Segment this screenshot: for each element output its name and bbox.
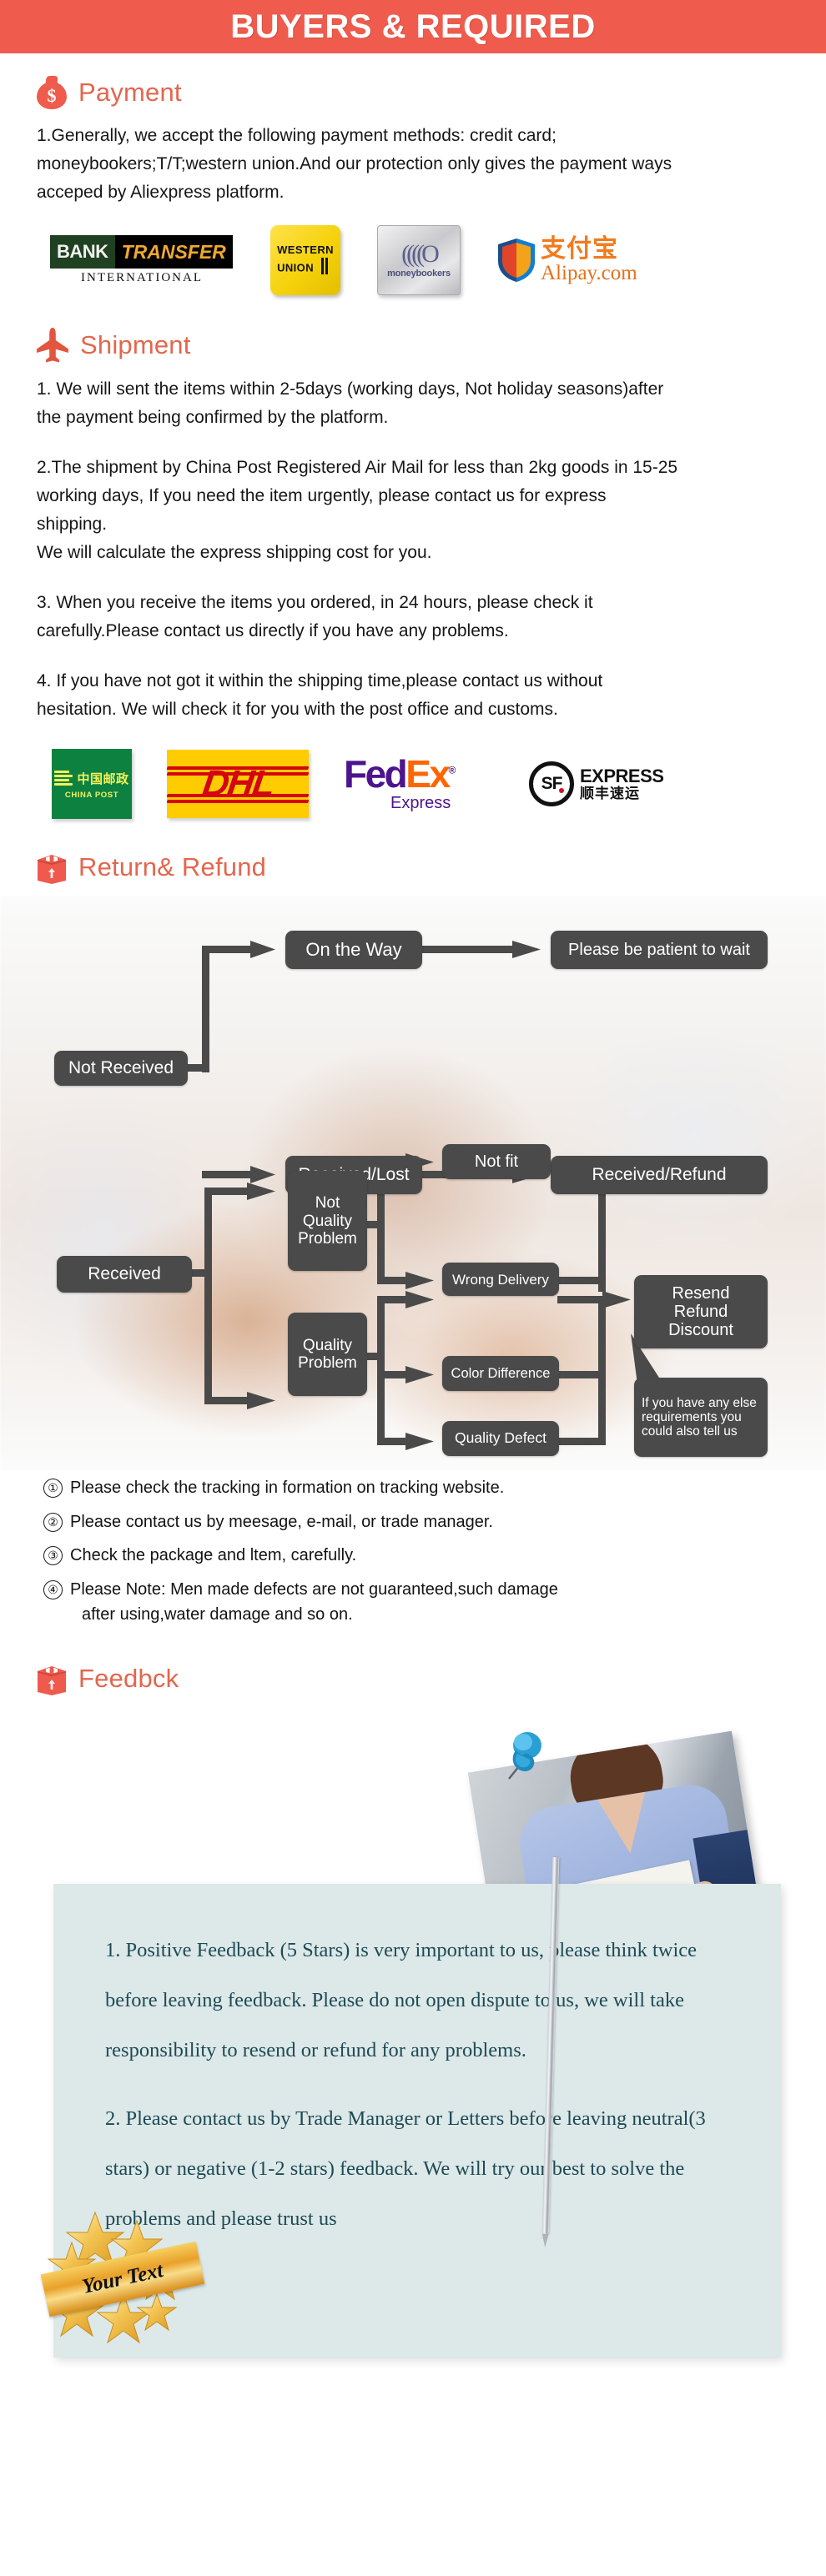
flow-box-not-received: Not Received [54, 1051, 188, 1087]
sf-mark-icon: SF [529, 761, 574, 807]
fedex-fed-text: Fed [344, 752, 408, 796]
sf-express-logo: SF EXPRESS 顺丰速运 [529, 761, 664, 807]
list-marker: ④ [43, 1579, 63, 1599]
return-refund-heading: Return& Refund [78, 852, 267, 882]
flow-box-resend-refund-discount: Resend Refund Discount [634, 1275, 768, 1349]
list-item: ③ Check the package and ltem, carefully. [43, 1544, 761, 1569]
bank-transfer-transfer-text: TRANSFER [114, 235, 233, 269]
china-post-logo: 中国邮政 CHINA POST [52, 749, 132, 820]
moneybookers-logo: ((((O moneybookers [377, 225, 461, 296]
list-item-text-wrap: Please Note: Men made defects are not gu… [70, 1578, 761, 1627]
return-refund-section-header: Return& Refund [35, 851, 826, 885]
western-union-logo: WESTERN UNION [270, 225, 340, 296]
flow-box-not-quality-problem: Not Quality Problem [288, 1171, 367, 1272]
list-item-text-line2: after using,water damage and so on. [82, 1604, 353, 1624]
flow-box-not-fit: Not fit [442, 1144, 551, 1180]
moneybookers-text: moneybookers [387, 269, 451, 279]
flow-box-please-wait: Please be patient to wait [551, 931, 768, 970]
dhl-text: DHL [199, 763, 276, 805]
page-content: $ Payment 1.Generally, we accept the fol… [0, 75, 826, 2424]
list-marker: ③ [43, 1546, 63, 1566]
sf-express-text: EXPRESS [580, 765, 664, 786]
flow-box-received-refund: Received/Refund [551, 1156, 768, 1195]
payment-paragraph: 1.Generally, we accept the following pay… [37, 126, 672, 203]
china-post-chinese-text: 中国邮政 [77, 771, 129, 787]
airplane-icon [37, 328, 68, 363]
payment-logo-row: BANK TRANSFER INTERNATIONAL WESTERN UNIO… [50, 222, 826, 299]
feedback-box-icon [38, 1666, 66, 1696]
dhl-logo: DHL [167, 750, 309, 819]
return-refund-flowchart: Not Received On the Way Please be patien… [0, 896, 826, 1472]
shipment-paragraph-1: 1. We will sent the items within 2-5days… [37, 379, 664, 428]
return-box-icon [38, 855, 66, 885]
list-marker: ① [43, 1479, 63, 1499]
fedex-ex-text: Ex [405, 752, 451, 796]
money-bag-icon: $ [35, 75, 68, 110]
feedback-section-header: Feedbck [35, 1662, 826, 1696]
fedex-registered-icon: ® [448, 764, 456, 776]
payment-heading: Payment [78, 78, 182, 107]
alipay-domain-text: Alipay.com [541, 262, 637, 285]
shipment-heading: Shipment [80, 330, 191, 360]
your-text-badge: Your Text [40, 2207, 205, 2349]
shipment-paragraph-3: 3. When you receive the items you ordere… [37, 593, 593, 641]
flow-box-quality-problem: Quality Problem [288, 1313, 367, 1397]
flow-box-received: Received [57, 1256, 192, 1293]
bank-transfer-logo: BANK TRANSFER INTERNATIONAL [50, 235, 234, 285]
china-post-english-text: CHINA POST [64, 790, 119, 800]
flow-box-color-difference: Color Difference [442, 1356, 559, 1392]
list-item: ④ Please Note: Men made defects are not … [43, 1578, 761, 1627]
list-marker: ② [43, 1512, 63, 1532]
flow-box-on-the-way: On the Way [285, 931, 422, 970]
china-post-mark-icon [54, 769, 73, 789]
shipment-paragraph-4: 4. If you have not got it within the shi… [37, 671, 603, 720]
list-item-text: Please contact us by meesage, e-mail, or… [70, 1512, 493, 1531]
sf-chinese-text: 顺丰速运 [580, 786, 640, 803]
flow-box-else-requirements: If you have any else requirements you co… [634, 1378, 768, 1458]
list-item: ① Please check the tracking in formation… [43, 1476, 761, 1501]
fedex-logo: FedEx® Express [344, 755, 494, 813]
feedback-zone: Feedback 1. Positive Feedback (5 Stars) … [0, 1707, 826, 2424]
shipment-section-header: Shipment [35, 327, 826, 364]
push-pin-icon [508, 1732, 541, 1780]
page-title: BUYERS & REQUIRED [230, 8, 596, 45]
western-union-bars-icon [320, 257, 328, 279]
feedback-heading: Feedbck [78, 1664, 179, 1694]
moneybookers-swoosh-icon: ((((O [401, 240, 440, 269]
badge-text: Your Text [79, 2259, 165, 2299]
alipay-shield-icon [498, 239, 535, 283]
list-item-text: Check the package and ltem, carefully. [70, 1546, 357, 1565]
page-banner: BUYERS & REQUIRED [0, 0, 826, 53]
flow-box-quality-defect: Quality Defect [442, 1421, 559, 1457]
shipment-paragraph-2: 2.The shipment by China Post Registered … [37, 458, 678, 563]
feedback-paragraph-1: 1. Positive Feedback (5 Stars) is very i… [105, 1939, 698, 2062]
fedex-express-text: Express [390, 794, 451, 813]
return-refund-notes-list: ① Please check the tracking in formation… [43, 1476, 761, 1627]
bank-transfer-bank-text: BANK [50, 235, 115, 269]
flow-box-wrong-delivery: Wrong Delivery [442, 1263, 559, 1297]
alipay-chinese-text: 支付宝 [541, 234, 618, 264]
feedback-text-block: 1. Positive Feedback (5 Stars) is very i… [53, 1884, 781, 2244]
payment-section-header: $ Payment [35, 75, 826, 110]
carrier-logo-row: 中国邮政 CHINA POST DHL FedEx® Express SF EX… [52, 742, 826, 826]
list-item: ② Please contact us by meesage, e-mail, … [43, 1510, 761, 1535]
alipay-logo: 支付宝 Alipay.com [497, 237, 672, 284]
bank-transfer-international-text: INTERNATIONAL [81, 271, 203, 285]
list-item-text: Please check the tracking in formation o… [70, 1479, 505, 1498]
list-item-text: Please Note: Men made defects are not gu… [70, 1579, 558, 1599]
